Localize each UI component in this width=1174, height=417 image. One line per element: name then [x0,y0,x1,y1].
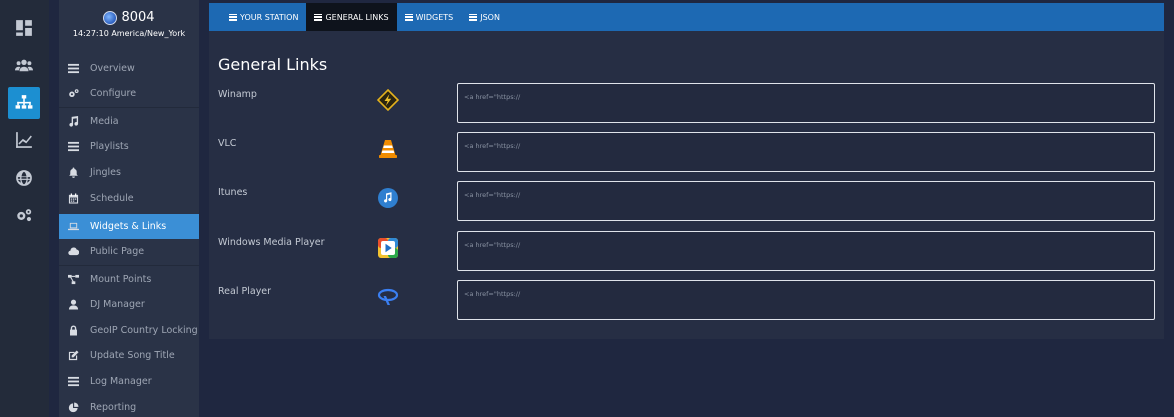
itunes-link-field[interactable] [457,181,1155,221]
sidebar-item-label: Widgets & Links [90,221,167,232]
users-icon[interactable] [8,49,40,81]
sidebar-item-label: Log Manager [90,376,152,387]
pie-chart-icon [67,402,79,414]
menu-icon [229,13,237,21]
sidebar-item-label: GeoIP Country Locking [90,325,198,336]
tab-general-links[interactable]: GENERAL LINKS [306,3,397,31]
sidebar-item-label: Mount Points [90,274,152,285]
list-icon [67,376,79,388]
page-title: General Links [218,55,328,74]
link-row-windows-media-player: Windows Media Player [209,231,1164,285]
menu-icon [469,13,478,21]
station-globe-icon [103,10,118,25]
tab-bar: YOUR STATION GENERAL LINKS WIDGETS JSON [209,3,1164,31]
laptop-icon [67,221,79,233]
link-row-winamp: Winamp [209,83,1164,137]
sidebar-item-label: Jingles [90,167,121,178]
link-label: Itunes [218,187,248,198]
vlc-icon [377,138,399,160]
calendar-icon [67,193,79,205]
menu-icon [314,13,323,21]
user-icon [67,299,79,311]
sidebar-item-jingles[interactable]: Jingles [59,160,199,185]
link-row-itunes: Itunes [209,181,1164,235]
sidebar-item-label: DJ Manager [90,299,145,310]
winamp-link-field[interactable] [457,83,1155,123]
station-name: 8004 [121,10,155,25]
edit-icon [67,350,79,362]
icon-rail [0,0,49,417]
list-icon [67,141,79,153]
real-player-icon [377,286,399,308]
station-header: 8004 14:27:10 America/New_York [59,0,199,50]
sidebar-item-label: Playlists [90,141,129,152]
sidebar-item-label: Update Song Title [90,350,175,361]
link-row-real-player: Real Player [209,280,1164,334]
sidebar-item-label: Overview [90,63,135,74]
sidebar-item-label: Public Page [90,246,145,257]
sidebar-item-playlists[interactable]: Playlists [59,134,199,159]
sidebar-item-update-song-title[interactable]: Update Song Title [59,343,199,368]
itunes-icon [377,187,399,209]
winamp-icon [376,88,400,112]
sidebar-item-dj-manager[interactable]: DJ Manager [59,292,199,317]
sidebar-item-public-page[interactable]: Public Page [59,239,199,264]
sidebar-item-label: Schedule [90,193,134,204]
gears-icon[interactable] [8,199,40,231]
sidebar-item-label: Reporting [90,402,137,413]
list-icon [67,63,79,75]
sidebar-item-schedule[interactable]: Schedule [59,186,199,211]
sidebar-divider [59,265,199,266]
sidebar-item-media[interactable]: Media [59,109,199,134]
sidebar-item-overview[interactable]: Overview [59,56,199,81]
tab-widgets[interactable]: WIDGETS [397,3,462,31]
chart-icon[interactable] [8,124,40,156]
sitemap-icon[interactable] [8,87,40,119]
sidebar-item-mount-points[interactable]: Mount Points [59,267,199,292]
lock-icon [67,325,79,337]
cloud-icon [67,246,79,258]
link-label: VLC [218,138,237,149]
music-icon [67,116,79,128]
link-label: Real Player [218,286,272,297]
vlc-link-field[interactable] [457,132,1155,172]
sidebar-item-label: Media [90,116,119,127]
gears-icon [67,88,79,100]
sidebar-item-configure[interactable]: Configure [59,81,199,106]
link-label: Winamp [218,89,257,100]
bell-icon [67,167,79,179]
windows-media-player-link-field[interactable] [457,231,1155,271]
dashboard-icon[interactable] [8,12,40,44]
tab-your-station[interactable]: YOUR STATION [221,3,306,31]
menu-icon [404,13,413,21]
real-player-link-field[interactable] [457,280,1155,320]
station-time: 14:27:10 America/New_York [72,29,186,38]
main-panel: YOUR STATION GENERAL LINKS WIDGETS JSON … [209,3,1164,339]
sidebar-item-widgets-links[interactable]: Widgets & Links [59,214,199,239]
sidebar: 8004 14:27:10 America/New_York Overview … [59,0,199,417]
network-icon [67,274,79,286]
sidebar-item-geoip[interactable]: GeoIP Country Locking [59,318,199,343]
sidebar-item-label: Configure [90,88,137,99]
link-row-vlc: VLC [209,132,1164,186]
sidebar-item-log-manager[interactable]: Log Manager [59,369,199,394]
link-label: Windows Media Player [218,237,325,248]
tab-json[interactable]: JSON [461,3,508,31]
globe-icon[interactable] [8,162,40,194]
sidebar-item-reporting[interactable]: Reporting [59,395,199,417]
sidebar-divider [59,107,199,108]
windows-media-player-icon [377,237,399,259]
